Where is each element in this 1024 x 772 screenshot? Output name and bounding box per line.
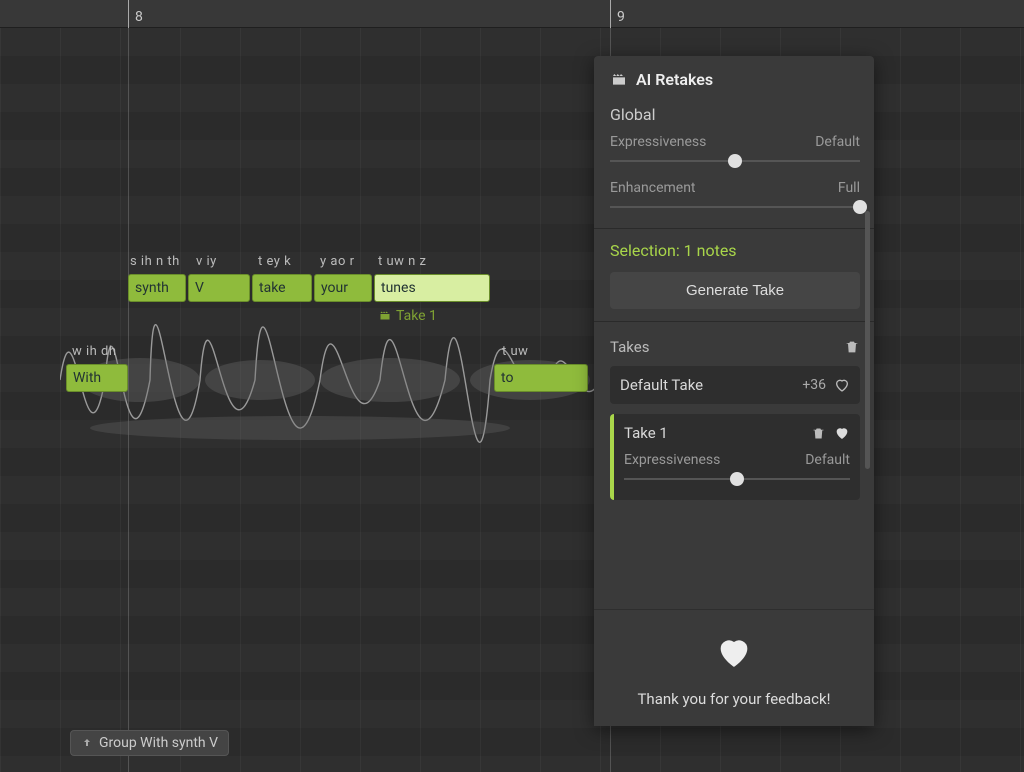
phoneme-label: v iy	[196, 254, 217, 272]
arrow-up-icon	[81, 737, 93, 749]
clapperboard-icon	[610, 72, 628, 88]
divider	[594, 228, 874, 229]
divider	[594, 321, 874, 322]
note-lyric: With	[73, 370, 101, 386]
take-marker[interactable]: Take 1	[378, 308, 437, 324]
take-name: Default Take	[620, 376, 703, 394]
favorite-take-button[interactable]	[834, 377, 850, 393]
takes-heading: Takes	[610, 338, 649, 356]
phoneme-label: y ao r	[320, 254, 355, 272]
param-value: Full	[838, 180, 860, 196]
panel-title: AI Retakes	[636, 70, 713, 89]
heart-outline-icon	[834, 377, 850, 393]
param-label: Expressiveness	[610, 134, 706, 150]
delete-take-button[interactable]	[811, 426, 826, 441]
trash-icon	[811, 426, 826, 441]
group-chip-label: Group With synth V	[99, 735, 218, 751]
bar-marker: 9	[610, 0, 625, 28]
param-label: Expressiveness	[624, 452, 720, 468]
take1-expressiveness-row: Expressiveness Default	[624, 452, 850, 468]
note-lyric: V	[195, 280, 204, 296]
selection-summary: Selection: 1 notes	[610, 241, 860, 260]
note-synth[interactable]: synth	[128, 274, 186, 302]
heart-icon	[712, 632, 756, 672]
note-lyric: tunes	[381, 280, 416, 296]
heart-icon	[834, 425, 850, 441]
takes-heading-row: Takes	[610, 338, 860, 356]
note-lyric: your	[321, 280, 348, 296]
delete-all-takes-button[interactable]	[844, 339, 860, 355]
global-enhancement-slider[interactable]	[610, 198, 860, 216]
feedback-text: Thank you for your feedback!	[610, 690, 858, 708]
param-value: Default	[815, 134, 860, 150]
global-heading: Global	[610, 105, 860, 124]
clapperboard-icon	[378, 310, 392, 322]
note-lyric: synth	[135, 280, 169, 296]
group-chip[interactable]: Group With synth V	[70, 730, 229, 756]
generate-take-button[interactable]: Generate Take	[610, 272, 860, 309]
take-offset: +36	[802, 377, 826, 393]
feedback-block: Thank you for your feedback!	[594, 609, 874, 726]
global-expressiveness-row: Expressiveness Default	[610, 134, 860, 150]
note-lyric: take	[259, 280, 286, 296]
note-your[interactable]: your	[314, 274, 372, 302]
panel-header: AI Retakes	[594, 70, 874, 101]
take-name: Take 1	[624, 424, 668, 442]
global-expressiveness-slider[interactable]	[610, 152, 860, 170]
phoneme-label: w ih dh	[72, 344, 117, 362]
param-value: Default	[805, 452, 850, 468]
note-with[interactable]: With	[66, 364, 128, 392]
ai-retakes-panel: AI Retakes Global Expressiveness Default…	[594, 56, 874, 726]
favorite-take-button[interactable]	[834, 425, 850, 441]
panel-scrollbar[interactable]	[865, 211, 870, 469]
take-marker-label: Take 1	[396, 308, 437, 324]
take-item-take1[interactable]: Take 1 Expressiveness Default	[610, 414, 860, 500]
bar-marker: 8	[128, 0, 143, 28]
note-to[interactable]: to	[494, 364, 588, 392]
timeline-ruler[interactable]: 8 9	[0, 0, 1024, 28]
trash-icon	[844, 339, 860, 355]
global-enhancement-row: Enhancement Full	[610, 180, 860, 196]
phoneme-label: t ey k	[258, 254, 291, 272]
note-tunes[interactable]: tunes	[374, 274, 490, 302]
phoneme-label: s ih n th	[130, 254, 180, 272]
take-item-default[interactable]: Default Take +36	[610, 366, 860, 404]
take1-expressiveness-slider[interactable]	[624, 470, 850, 488]
note-lyric: to	[501, 370, 513, 386]
panel-body: Global Expressiveness Default Enhancemen…	[594, 101, 874, 609]
note-take[interactable]: take	[252, 274, 312, 302]
note-v[interactable]: V	[188, 274, 250, 302]
phoneme-label: t uw n z	[378, 254, 427, 272]
param-label: Enhancement	[610, 180, 696, 196]
phoneme-label: t uw	[502, 344, 528, 362]
